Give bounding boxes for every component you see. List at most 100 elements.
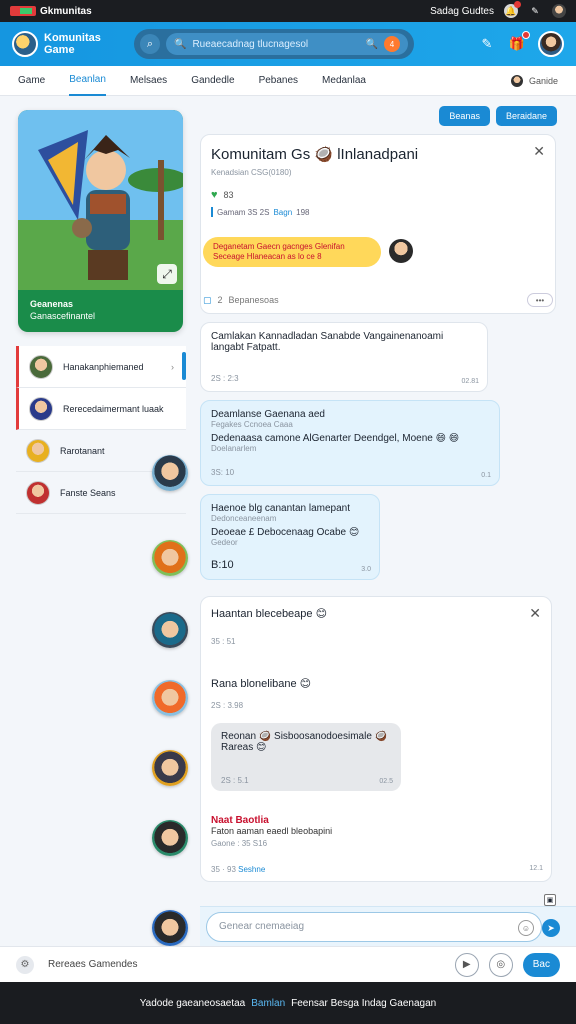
chat-red-title: Naat Baotlia [211, 815, 269, 826]
message-bubble[interactable]: Haenoe blg canantan lamepant Dedonceanee… [200, 494, 380, 580]
message-meta: 0.1 [481, 472, 491, 479]
search-badge: 4 [384, 36, 400, 52]
gift-icon[interactable]: 🎁 [508, 31, 530, 53]
user-avatar[interactable] [538, 31, 564, 57]
message-text: Dedenaasa camone AlGenarter Deendgel, Mo… [211, 433, 460, 444]
post-meta: Gamam 3S 2S Bagn 198 [211, 207, 310, 217]
message-bubble[interactable]: Reonan 🥥 Sisboosanodoesimale 🥥 Rareas 😊 … [211, 723, 401, 791]
avatar[interactable] [152, 540, 188, 576]
meta-divider [211, 207, 213, 217]
message-input[interactable] [206, 911, 542, 942]
tag-icon[interactable]: ✎ [478, 35, 496, 53]
avatar[interactable] [152, 910, 188, 946]
message-text: Camlakan Kannadladan Sanabde Vangainenan… [211, 331, 444, 353]
bottom-bar: ⚙ Rereaes Gamendes ▶ ◎ Bac [0, 946, 576, 982]
avatar[interactable] [152, 455, 188, 491]
message-text: Reonan 🥥 Sisboosanodoesimale 🥥 [221, 731, 388, 742]
tab-game[interactable]: Game [18, 66, 45, 96]
meta-left: Gamam 3S 2S [217, 207, 270, 217]
message-sub: Fegakes Ccnoea Caaa [211, 420, 293, 429]
comment-count: 2 [217, 295, 223, 305]
message-meta: 02.81 [461, 378, 479, 385]
like-icon[interactable]: ♥ [211, 189, 218, 201]
meta-badge[interactable]: Bagn [273, 208, 292, 217]
beraidane-button[interactable]: Beraidane [495, 106, 557, 126]
tab-medanlaa[interactable]: Medanlaa [322, 66, 366, 96]
chat-foot-link[interactable]: Seshne [238, 865, 265, 874]
nav-avatar [510, 74, 523, 87]
avatar[interactable] [152, 820, 188, 856]
meta-right: 198 [296, 207, 310, 217]
nav-right-label: Ganide [528, 75, 558, 86]
app-logo[interactable] [12, 31, 38, 57]
message-bubble[interactable]: Deamlanse Gaenana aed Fegakes Ccnoea Caa… [200, 400, 500, 486]
message-time: B:10 [211, 559, 234, 571]
sidebar-item-2[interactable]: Rerecedaimermant luaak [16, 388, 186, 430]
post-title: Komunitam Gs 🥥 lInlanadpani [211, 146, 419, 163]
go-button[interactable]: Bac [522, 952, 560, 977]
avatar[interactable] [152, 750, 188, 786]
play-icon[interactable]: ▶ [454, 952, 479, 977]
avatar[interactable] [152, 612, 188, 648]
gear-icon[interactable]: ⚙ [16, 955, 34, 974]
game-caption: Geanenas Ganascefinantel [30, 298, 95, 322]
chat-time-1: 35 : 51 [211, 637, 236, 646]
sidebar-item-label: Rerecedaimermant luaak [63, 403, 164, 414]
battery-icon [10, 6, 36, 16]
status-right-label: Sadag Gudtes [430, 5, 494, 17]
tab-pebanes[interactable]: Pebanes [259, 66, 298, 96]
profile-icon[interactable] [552, 4, 566, 18]
message-bubble[interactable]: Camlakan Kannadladan Sanabde Vangainenan… [200, 322, 488, 392]
top-buttons: Beanas Beraidane [439, 106, 557, 126]
search-icon: 🔍 [174, 38, 187, 50]
highlight-pill[interactable]: Deganetam Gaecn gacnges Glenifan Seceage… [203, 237, 381, 267]
chat-line-1: Haantan blecebeape 😊 [211, 608, 328, 620]
game-subtitle: Ganascefinantel [30, 311, 96, 321]
sidebar-item-label: Rarotanant [60, 445, 105, 456]
beanas-button[interactable]: Beanas [439, 106, 490, 126]
brand-line-1: Komunitas [44, 32, 101, 44]
avatar[interactable] [152, 680, 188, 716]
sidebar-item-1[interactable]: Hanakanphiemaned › [16, 346, 186, 388]
post-footer: ▢ 2 Bepanesoas ••• [203, 293, 553, 307]
like-row[interactable]: ♥ 83 [211, 189, 234, 201]
composer: ☺ ➤ [200, 906, 576, 946]
emoji-icon[interactable]: ☺ [518, 920, 534, 936]
camera-icon[interactable]: ◎ [488, 952, 513, 977]
edit-icon[interactable]: ✎ [528, 4, 542, 18]
send-icon[interactable]: ➤ [542, 919, 560, 937]
footer-right: Feensar Besga Indag Gaenagan [291, 997, 437, 1009]
chat-panel: ✕ Haantan blecebeape 😊 35 : 51 Rana blon… [200, 596, 552, 882]
like-count: 83 [223, 190, 234, 200]
nav-profile[interactable]: Ganide [510, 74, 558, 87]
tab-melsaes[interactable]: Melsaes [130, 66, 167, 96]
more-button[interactable]: ••• [527, 293, 553, 307]
close-icon[interactable]: ✕ [533, 143, 545, 160]
footer: Yadode gaeaneosaetaa Bamlan Feensar Besg… [0, 982, 576, 1024]
status-title: Gkmunitas [40, 5, 92, 17]
notification-icon[interactable]: 🔔 [504, 1, 521, 18]
game-title: Geanenas [30, 299, 74, 309]
expand-icon[interactable]: ⤢ [157, 264, 177, 284]
tab-gandedle[interactable]: Gandedle [191, 66, 234, 96]
brand-line-2: Game [44, 44, 75, 56]
message-sub2: Gedeor [211, 538, 238, 547]
status-bar: Gkmunitas Sadag Gudtes 🔔 ✎ [0, 0, 576, 22]
search-box[interactable]: 🔍 🔍 4 [166, 33, 408, 55]
attach-icon[interactable]: ▣ [544, 894, 556, 906]
comment-label: Bepanesoas [228, 295, 279, 305]
active-indicator [182, 352, 186, 380]
game-card[interactable]: ⤢ Geanenas Ganascefinantel [18, 110, 183, 332]
comment-icon[interactable]: ▢ [203, 295, 212, 306]
tab-beanlan[interactable]: Beanlan [69, 66, 106, 96]
close-icon[interactable]: ✕ [529, 605, 541, 622]
post-avatar[interactable] [389, 239, 413, 263]
filter-icon[interactable]: ⌕ [140, 34, 160, 54]
avatar [26, 438, 50, 463]
message-time: 2S : 5.1 [221, 776, 249, 785]
avatar [29, 396, 53, 421]
search-input[interactable] [192, 38, 360, 50]
chat-time-2: 2S : 3.98 [211, 701, 244, 710]
search-submit-icon[interactable]: 🔍 [366, 39, 378, 50]
footer-link[interactable]: Bamlan [251, 998, 285, 1009]
